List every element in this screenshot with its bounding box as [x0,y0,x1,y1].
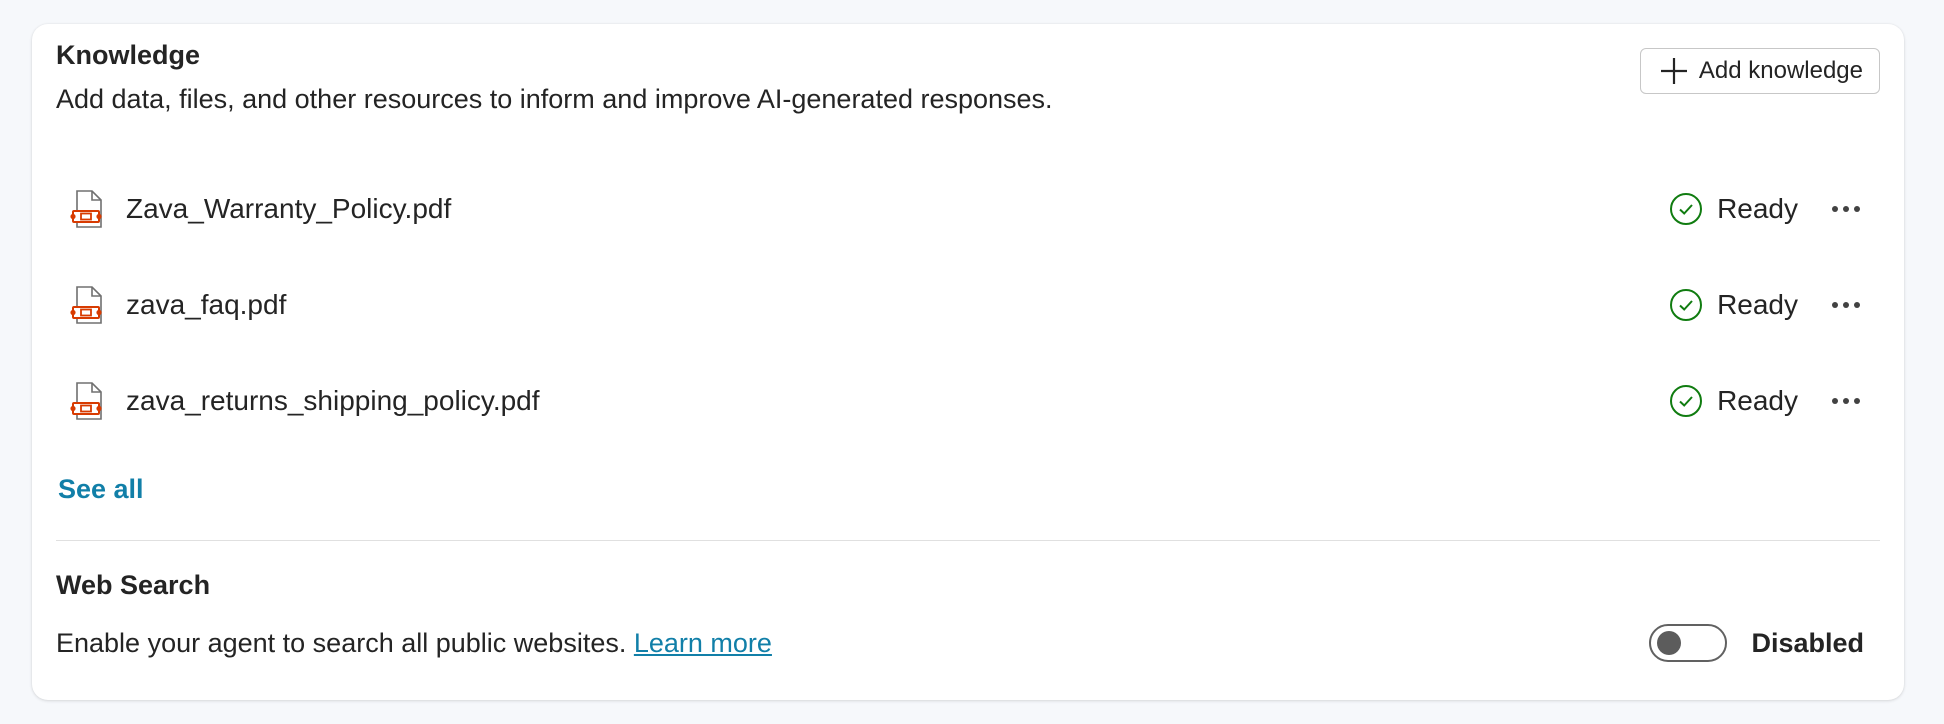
learn-more-link[interactable]: Learn more [634,628,772,658]
toggle-state-label: Disabled [1751,627,1864,658]
status-badge: Ready [1669,384,1798,418]
file-name: zava_faq.pdf [126,289,287,320]
more-horizontal-icon [1832,398,1860,404]
web-search-title: Web Search [56,570,211,600]
settings-card: Knowledge Add knowledge Add data, files,… [32,24,1904,700]
status-label: Ready [1717,289,1798,320]
more-horizontal-icon [1832,302,1860,308]
file-row[interactable]: zava_returns_shipping_policy.pdf Ready [70,371,1864,431]
pdf-file-icon [70,382,102,420]
add-knowledge-button[interactable]: Add knowledge [1639,48,1880,94]
add-knowledge-label: Add knowledge [1698,57,1863,84]
web-search-toggle-group: Disabled [1649,624,1864,662]
file-name: Zava_Warranty_Policy.pdf [126,193,452,224]
knowledge-title: Knowledge [56,40,201,70]
pdf-file-icon [70,190,102,228]
status-badge: Ready [1669,288,1798,322]
section-divider [56,540,1880,541]
more-horizontal-icon [1832,206,1860,212]
check-circle-icon [1670,385,1703,417]
check-circle-icon [1670,193,1703,225]
more-options-button[interactable] [1828,287,1864,323]
more-options-button[interactable] [1828,191,1864,227]
status-label: Ready [1717,193,1798,224]
file-row[interactable]: Zava_Warranty_Policy.pdf Ready [70,179,1864,239]
status-label: Ready [1717,385,1798,416]
check-circle-icon [1670,289,1703,321]
web-search-toggle[interactable] [1649,624,1728,662]
knowledge-description: Add data, files, and other resources to … [56,84,1053,114]
status-badge: Ready [1669,192,1798,226]
file-name: zava_returns_shipping_policy.pdf [126,385,540,416]
see-all-link[interactable]: See all [58,474,144,505]
plus-icon [1660,58,1687,84]
web-search-description-text: Enable your agent to search all public w… [56,628,627,658]
web-search-description: Enable your agent to search all public w… [56,628,772,659]
pdf-file-icon [70,286,102,324]
more-options-button[interactable] [1828,383,1864,419]
file-row[interactable]: zava_faq.pdf Ready [70,275,1864,335]
toggle-knob [1657,631,1682,655]
